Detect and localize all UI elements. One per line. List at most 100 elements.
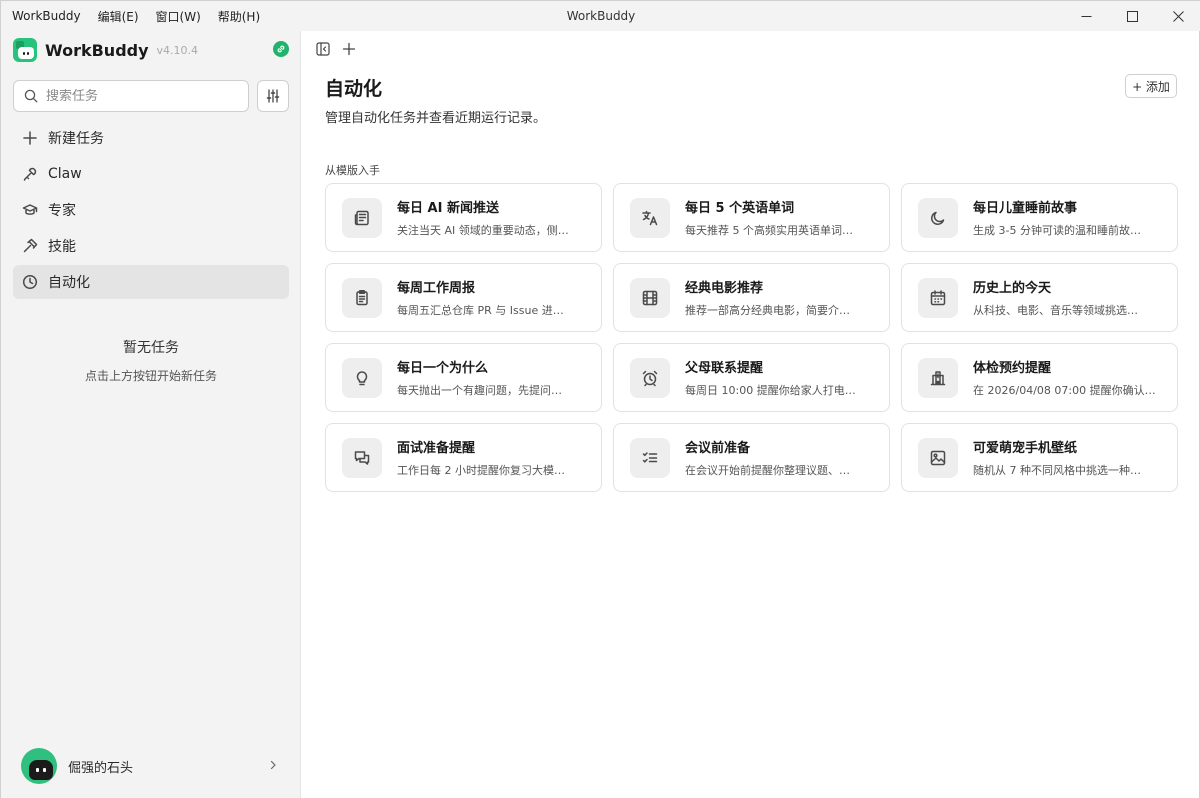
template-title: 可爱萌宠手机壁纸 (973, 441, 1078, 456)
empty-state-subtitle: 点击上方按钮开始新任务 (84, 369, 217, 383)
user-profile[interactable]: 倔强的石头 (13, 747, 289, 785)
sidebar-item-label: 专家 (48, 203, 76, 219)
workbuddy-logo-icon (13, 38, 37, 62)
close-icon (1172, 10, 1184, 22)
template-description: 每天抛出一个有趣问题，先提问… (397, 384, 562, 397)
new-tab-button[interactable] (339, 40, 359, 58)
template-card-this-day-in-history[interactable]: 历史上的今天 从科技、电影、音乐等领域挑选… (901, 263, 1178, 332)
minimize-button[interactable] (1063, 1, 1109, 31)
sidebar-nav: 新建任务 Claw 专家 技能 自动化 (13, 121, 289, 301)
add-automation-button[interactable]: + 添加 (1125, 74, 1177, 98)
sidebar-item-skills[interactable]: 技能 (13, 229, 289, 263)
template-card-daily-why[interactable]: 每日一个为什么 每天抛出一个有趣问题，先提问… (325, 343, 602, 412)
hammer-icon (23, 238, 38, 253)
main-content: 自动化 管理自动化任务并查看近期运行记录。 + 添加 从模版入手 每日 AI 新… (301, 31, 1199, 798)
sidebar-item-automation[interactable]: 自动化 (13, 265, 289, 299)
maximize-button[interactable] (1109, 1, 1155, 31)
template-card-ai-news[interactable]: 每日 AI 新闻推送 关注当天 AI 领域的重要动态，侧… (325, 183, 602, 252)
sidebar-item-label: 自动化 (48, 275, 90, 291)
window-titlebar: WorkBuddy 编辑(E) 窗口(W) 帮助(H) WorkBuddy (1, 1, 1200, 31)
image-icon (918, 437, 958, 478)
template-title: 体检预约提醒 (973, 361, 1052, 376)
template-description: 推荐一部高分经典电影，简要介… (685, 304, 850, 317)
menu-edit[interactable]: 编辑(E) (98, 8, 139, 25)
sidebar-collapse-icon (316, 42, 330, 56)
sidebar-item-label: 新建任务 (48, 131, 104, 147)
template-card-weekly-report[interactable]: 每周工作周报 每周五汇总仓库 PR 与 Issue 进… (325, 263, 602, 332)
search-icon (24, 89, 38, 103)
template-card-meeting-prep[interactable]: 会议前准备 在会议开始前提醒你整理议题、… (613, 423, 890, 492)
calendar-icon (918, 277, 958, 318)
avatar (21, 748, 57, 784)
sidebar-item-experts[interactable]: 专家 (13, 193, 289, 227)
template-title: 经典电影推荐 (685, 281, 764, 296)
search-box (13, 80, 249, 112)
filter-button[interactable] (257, 80, 289, 112)
alarm-clock-icon (630, 357, 670, 398)
template-title: 每日一个为什么 (397, 361, 489, 376)
claw-icon (23, 167, 37, 181)
minimize-icon (1081, 15, 1091, 17)
page-subtitle: 管理自动化任务并查看近期运行记录。 (325, 111, 547, 126)
newspaper-icon (342, 197, 382, 238)
template-card-english-words[interactable]: 每日 5 个英语单词 每天推荐 5 个高频实用英语单词… (613, 183, 890, 252)
template-description: 从科技、电影、音乐等领域挑选… (973, 304, 1138, 317)
maximize-icon (1126, 10, 1138, 22)
plus-icon (342, 42, 356, 56)
template-description: 每天推荐 5 个高频实用英语单词… (685, 224, 853, 237)
search-input[interactable] (46, 88, 236, 104)
template-card-movie-recommendation[interactable]: 经典电影推荐 推荐一部高分经典电影，简要介… (613, 263, 890, 332)
template-title: 面试准备提醒 (397, 441, 476, 456)
sidebar-item-label: 技能 (48, 239, 76, 255)
menu-window[interactable]: 窗口(W) (156, 8, 201, 25)
translate-icon (630, 197, 670, 238)
template-title: 每日儿童睡前故事 (973, 201, 1078, 216)
sidebar-item-label: Claw (48, 166, 82, 182)
app-version: v4.10.4 (156, 43, 199, 57)
template-description: 每周五汇总仓库 PR 与 Issue 进… (397, 304, 564, 317)
sidebar-item-new-task[interactable]: 新建任务 (13, 121, 289, 155)
template-title: 历史上的今天 (973, 281, 1052, 296)
sliders-icon (266, 89, 280, 103)
close-button[interactable] (1155, 1, 1200, 31)
menu-workbuddy[interactable]: WorkBuddy (12, 9, 81, 23)
template-title: 每周工作周报 (397, 281, 476, 296)
checklist-icon (630, 437, 670, 478)
menu-help[interactable]: 帮助(H) (218, 8, 260, 25)
template-card-health-checkup-reminder[interactable]: 体检预约提醒 在 2026/04/08 07:00 提醒你确认… (901, 343, 1178, 412)
film-icon (630, 277, 670, 318)
template-card-bedtime-story[interactable]: 每日儿童睡前故事 生成 3-5 分钟可读的温和睡前故… (901, 183, 1178, 252)
toggle-sidebar-button[interactable] (313, 40, 333, 58)
moon-icon (918, 197, 958, 238)
template-description: 在会议开始前提醒你整理议题、… (685, 464, 850, 477)
menu-bar: WorkBuddy 编辑(E) 窗口(W) 帮助(H) (1, 1, 277, 31)
user-name: 倔强的石头 (68, 760, 134, 776)
template-card-pet-wallpaper[interactable]: 可爱萌宠手机壁纸 随机从 7 种不同风格中挑选一种… (901, 423, 1178, 492)
template-description: 每周日 10:00 提醒你给家人打电… (685, 384, 856, 397)
sidebar: WorkBuddy v4.10.4 新建任务 Claw 专家 技能 (1, 31, 301, 798)
brand-header: WorkBuddy v4.10.4 (13, 37, 289, 63)
template-title: 父母联系提醒 (685, 361, 764, 376)
clipboard-icon (342, 277, 382, 318)
plus-icon (23, 131, 37, 145)
templates-section-label: 从模版入手 (325, 164, 380, 177)
template-card-interview-prep-reminder[interactable]: 面试准备提醒 工作日每 2 小时提醒你复习大模… (325, 423, 602, 492)
hospital-icon (918, 357, 958, 398)
template-description: 在 2026/04/08 07:00 提醒你确认… (973, 384, 1156, 397)
template-description: 关注当天 AI 领域的重要动态，侧… (397, 224, 569, 237)
main-toolbar (313, 40, 365, 58)
sidebar-item-claw[interactable]: Claw (13, 157, 289, 191)
chevron-right-icon (270, 760, 276, 770)
template-description: 工作日每 2 小时提醒你复习大模… (397, 464, 565, 477)
template-title: 每日 5 个英语单词 (685, 201, 795, 216)
window-controls (1063, 1, 1200, 31)
clock-icon (22, 274, 38, 290)
lightbulb-icon (342, 357, 382, 398)
connection-link-icon[interactable] (273, 41, 289, 57)
brand-name: WorkBuddy (45, 40, 149, 60)
graduation-cap-icon (22, 204, 38, 215)
template-grid: 每日 AI 新闻推送 关注当天 AI 领域的重要动态，侧… 每日 5 个英语单词… (325, 183, 1178, 492)
page-title: 自动化 (325, 78, 383, 100)
template-description: 随机从 7 种不同风格中挑选一种… (973, 464, 1141, 477)
template-card-parent-call-reminder[interactable]: 父母联系提醒 每周日 10:00 提醒你给家人打电… (613, 343, 890, 412)
